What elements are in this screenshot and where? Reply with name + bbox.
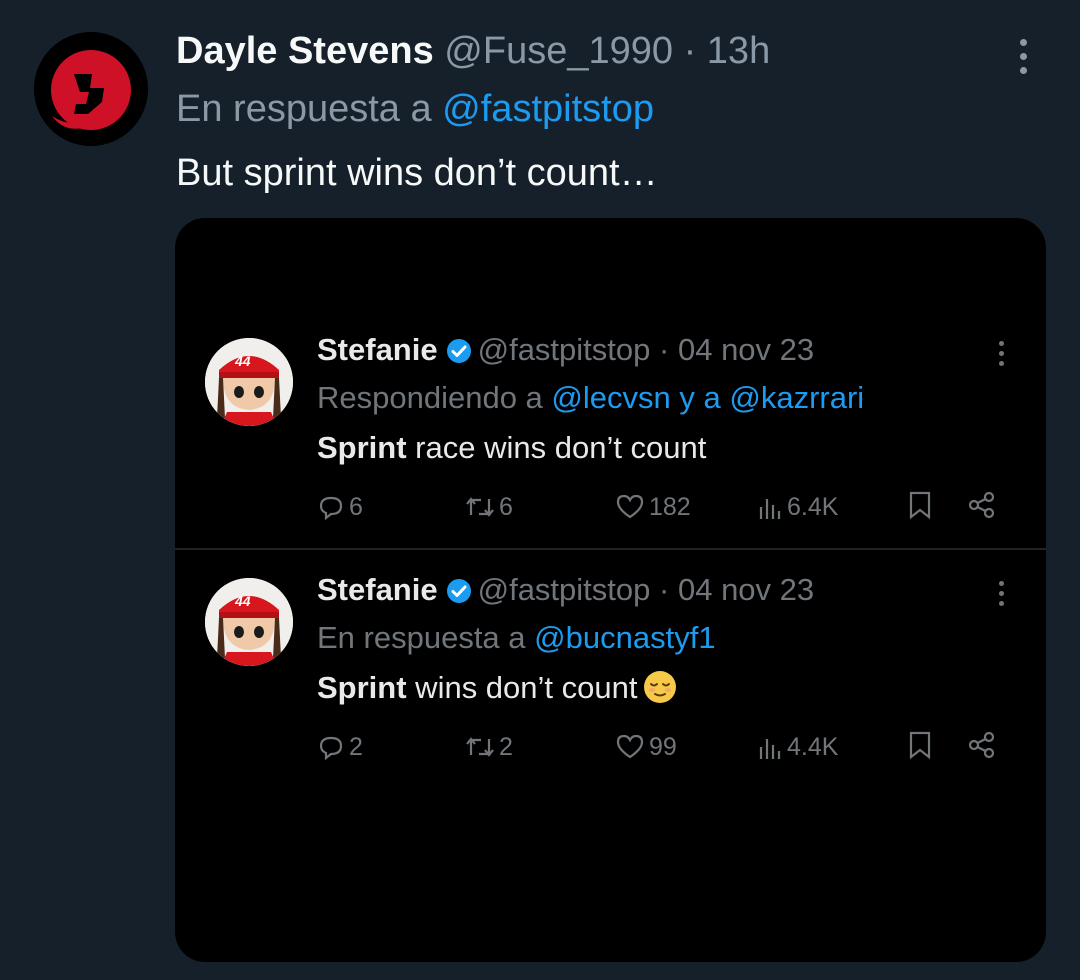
figurine-avatar-icon: 44 <box>205 578 293 666</box>
divider <box>175 548 1046 550</box>
tweet-text: But sprint wins don’t count… <box>176 152 658 194</box>
heart-icon <box>616 494 644 519</box>
embedded-more-icon <box>991 578 1011 608</box>
embedded-views-stat: 4.4K <box>757 730 838 764</box>
author-name[interactable]: Dayle Stevens <box>176 30 434 72</box>
embedded-retweet-stat: 2 <box>465 730 513 764</box>
embedded-reply-prefix: Respondiendo a <box>317 380 543 415</box>
tweet-media-image[interactable]: 44 Stefanie @fastpitstop · 04 nov 23 Resp… <box>175 218 1046 962</box>
retweet-count: 6 <box>499 493 513 521</box>
embedded-reply-joiner: y a <box>679 380 721 415</box>
embedded-avatar: 44 <box>205 578 293 666</box>
author-handle[interactable]: @Fuse_1990 <box>444 30 673 72</box>
embedded-reply-mention: @lecvsn <box>551 380 671 415</box>
embedded-action-bar: 6 6 182 6.4K <box>317 490 1017 524</box>
embedded-date: 04 nov 23 <box>677 332 815 367</box>
svg-text:44: 44 <box>234 353 251 369</box>
embedded-tweet-header: Stefanie @fastpitstop · 04 nov 23 <box>317 570 814 614</box>
embedded-tweet-header: Stefanie @fastpitstop · 04 nov 23 <box>317 330 814 374</box>
heart-icon <box>616 734 644 759</box>
reply-icon <box>319 496 343 521</box>
embedded-handle: @fastpitstop <box>477 572 651 607</box>
figurine-avatar-icon: 44 <box>205 338 293 426</box>
retweet-count: 2 <box>499 733 513 761</box>
reply-mention[interactable]: @fastpitstop <box>442 88 654 130</box>
bookmark-icon <box>907 730 933 760</box>
share-icon <box>967 490 997 520</box>
embedded-reply-mention: @bucnastyf1 <box>534 620 716 655</box>
embedded-more-icon <box>991 338 1011 368</box>
embedded-separator: · <box>659 332 670 367</box>
author-avatar[interactable] <box>34 32 148 146</box>
retweet-icon <box>466 497 494 517</box>
devils-logo-icon <box>34 32 148 146</box>
like-count: 182 <box>649 493 691 521</box>
separator: · <box>683 30 697 72</box>
embedded-separator: · <box>659 572 670 607</box>
embedded-author-name: Stefanie <box>317 572 438 607</box>
views-count: 4.4K <box>787 733 839 761</box>
embedded-retweet-stat: 6 <box>465 490 513 524</box>
embedded-like-stat: 99 <box>615 730 677 764</box>
embedded-text-bold: Sprint <box>317 670 407 705</box>
embedded-reply-context: Respondiendo a @lecvsn y a @kazrrari <box>317 378 864 418</box>
embedded-handle: @fastpitstop <box>477 332 651 367</box>
reply-count: 2 <box>349 733 363 761</box>
svg-text:44: 44 <box>234 593 251 609</box>
retweet-icon <box>466 737 494 757</box>
embedded-views-stat: 6.4K <box>757 490 838 524</box>
embedded-text-bold: Sprint <box>317 430 407 465</box>
embedded-reply-stat: 2 <box>317 730 363 764</box>
embedded-like-stat: 182 <box>615 490 691 524</box>
embedded-reply-context: En respuesta a @bucnastyf1 <box>317 618 716 658</box>
verified-badge-icon <box>446 574 472 614</box>
reply-prefix: En respuesta a <box>176 88 432 130</box>
embedded-text-rest: wins don’t count <box>406 670 638 705</box>
embedded-tweet-text: Sprint race wins don’t count <box>317 428 706 468</box>
embedded-author-name: Stefanie <box>317 332 438 367</box>
reply-count: 6 <box>349 493 363 521</box>
tweet-time[interactable]: 13h <box>707 30 770 72</box>
relieved-face-emoji-icon <box>643 670 677 704</box>
tweet-header: Dayle Stevens @Fuse_1990 · 13h <box>176 28 770 74</box>
embedded-reply-mention: @kazrrari <box>729 380 865 415</box>
embedded-date: 04 nov 23 <box>677 572 815 607</box>
more-options-button[interactable] <box>1008 34 1038 78</box>
bookmark-icon <box>907 490 933 520</box>
embedded-tweet-text: Sprint wins don’t count <box>317 668 677 708</box>
verified-badge-icon <box>446 334 472 374</box>
reply-icon <box>319 736 343 761</box>
embedded-action-bar: 2 2 99 4.4K <box>317 730 1017 764</box>
views-count: 6.4K <box>787 493 839 521</box>
share-icon <box>967 730 997 760</box>
embedded-avatar: 44 <box>205 338 293 426</box>
reply-context: En respuesta a @fastpitstop <box>176 86 654 132</box>
embedded-reply-stat: 6 <box>317 490 363 524</box>
embedded-reply-prefix: En respuesta a <box>317 620 526 655</box>
more-options-icon <box>1019 38 1027 46</box>
like-count: 99 <box>649 733 677 761</box>
views-chart-icon <box>759 739 781 759</box>
views-chart-icon <box>759 499 781 519</box>
embedded-text-rest: race wins don’t count <box>406 430 707 465</box>
